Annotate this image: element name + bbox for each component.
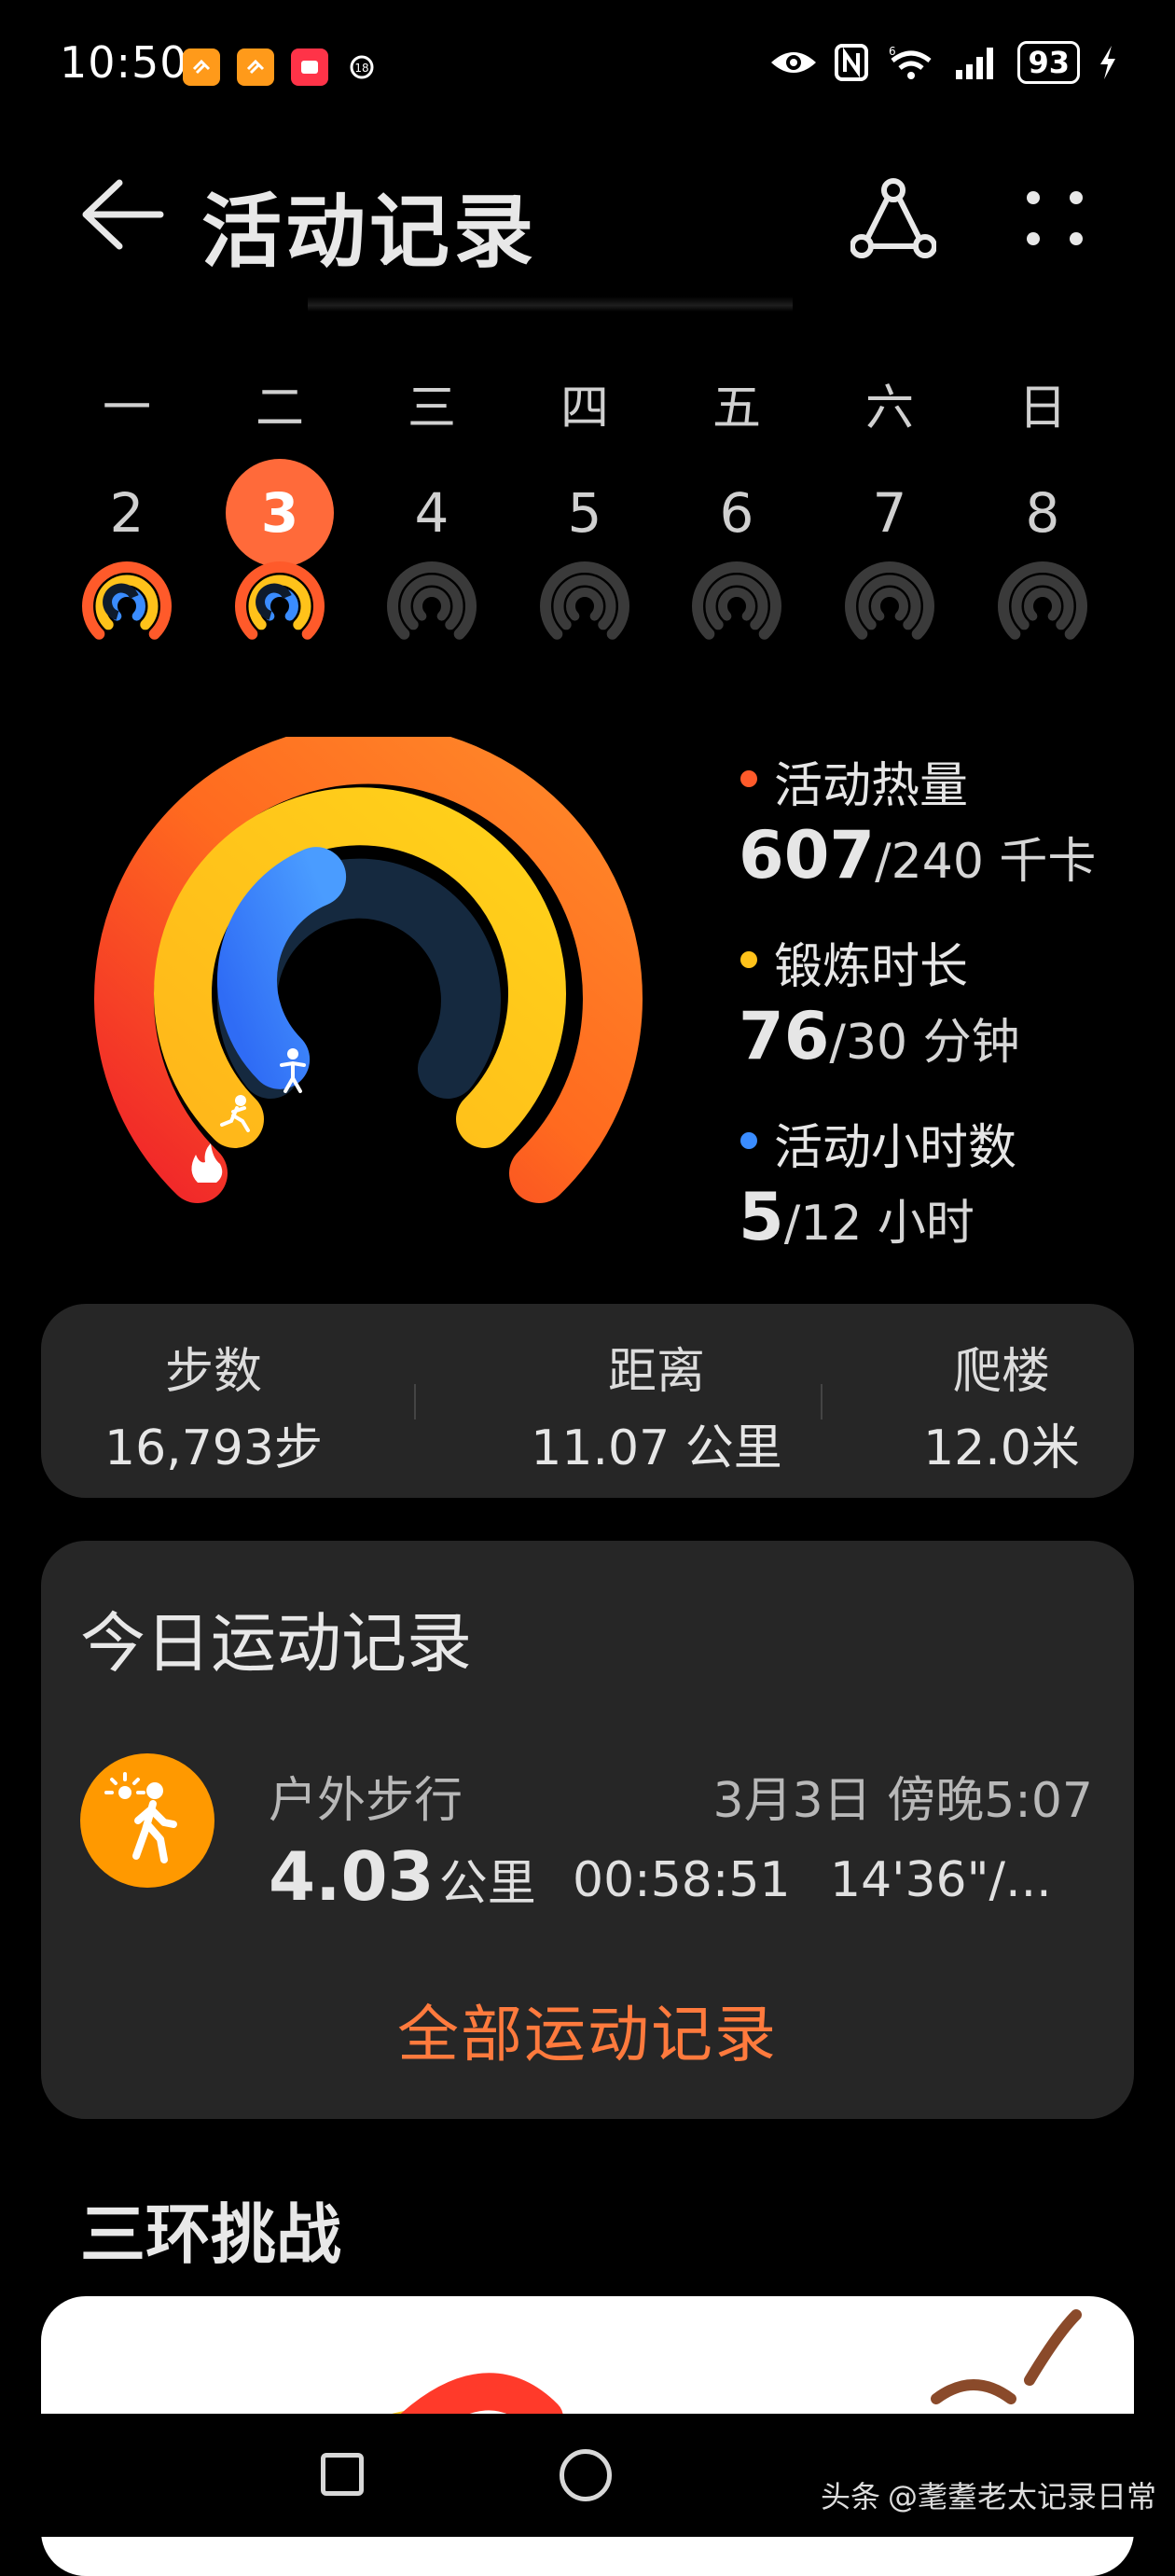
watermark: 头条 @耄耋老太记录日常 bbox=[821, 2473, 1156, 2516]
calories-value: 607 bbox=[739, 817, 876, 893]
day-3[interactable]: 3 bbox=[226, 459, 334, 567]
exercise-distance: 4.03 bbox=[269, 1837, 435, 1916]
day-mini-rings[interactable] bbox=[381, 558, 482, 651]
signal-icon bbox=[956, 48, 994, 79]
divider bbox=[821, 1384, 822, 1420]
day-7[interactable]: 7 bbox=[836, 459, 944, 567]
day-4[interactable]: 4 bbox=[378, 459, 486, 567]
exercise-distance-unit: 公里 bbox=[438, 1856, 536, 1912]
calories-label: 活动热量 bbox=[774, 758, 969, 814]
hours-goal: /12 小时 bbox=[783, 1196, 975, 1252]
day-5[interactable]: 5 bbox=[531, 459, 639, 567]
floors-value: 12.0 bbox=[923, 1420, 1031, 1476]
hours-dot bbox=[740, 1132, 757, 1149]
day-mini-rings[interactable] bbox=[534, 558, 635, 651]
steps-label: 步数 bbox=[164, 1344, 262, 1400]
exercise-dot bbox=[740, 951, 757, 968]
steps-value-line: 16,793步 bbox=[60, 1408, 367, 1478]
wifi-6-icon: 6 bbox=[889, 45, 933, 79]
distance-value: 11.07 bbox=[531, 1420, 670, 1476]
svg-text:18: 18 bbox=[354, 62, 368, 75]
hours-value-line: 5/12 小时 bbox=[739, 1179, 975, 1255]
more-icon[interactable] bbox=[1013, 183, 1097, 257]
distance-label: 距离 bbox=[607, 1344, 705, 1400]
divider bbox=[414, 1384, 416, 1420]
floors-value-line: 12.0米 bbox=[871, 1408, 1132, 1478]
battery-icon: 93 bbox=[1017, 41, 1080, 84]
mini-ring-arc bbox=[1024, 588, 1061, 621]
recents-button[interactable] bbox=[321, 2453, 364, 2496]
exercise-duration: 00:58:51 bbox=[573, 1852, 791, 1908]
activity-rings-chart bbox=[94, 737, 643, 1203]
day-6[interactable]: 6 bbox=[683, 459, 791, 567]
back-arrow-icon[interactable] bbox=[78, 177, 168, 252]
exercise-goal: /30 分钟 bbox=[829, 1015, 1020, 1071]
exercise-label: 锻炼时长 bbox=[774, 939, 969, 995]
weekday-label: 五 bbox=[712, 381, 761, 436]
weekday-label: 六 bbox=[864, 381, 914, 436]
weekday-label: 一 bbox=[102, 381, 151, 436]
weekday-label: 三 bbox=[407, 381, 456, 436]
app-orange-icon bbox=[183, 48, 220, 86]
status-time: 10:50 bbox=[60, 37, 188, 88]
page-title: 活动记录 bbox=[201, 186, 537, 279]
steps-unit: 步 bbox=[273, 1420, 323, 1476]
day-mini-rings[interactable] bbox=[76, 558, 177, 651]
today-title: 今日运动记录 bbox=[80, 1605, 472, 1682]
exercise-distance-line: 4.03 公里 bbox=[269, 1837, 536, 1916]
app-orange-icon bbox=[237, 48, 274, 86]
share-icon[interactable] bbox=[850, 177, 936, 261]
exercise-pace: 14'36"/... bbox=[830, 1852, 1052, 1908]
day-mini-rings[interactable] bbox=[686, 558, 787, 651]
home-button[interactable] bbox=[560, 2449, 612, 2501]
weekday-label: 二 bbox=[255, 381, 304, 436]
day-mini-rings[interactable] bbox=[839, 558, 940, 651]
day-mini-rings[interactable] bbox=[992, 558, 1093, 651]
challenge-title: 三环挑战 bbox=[80, 2196, 341, 2273]
weekday-label: 四 bbox=[560, 381, 609, 436]
charging-icon bbox=[1100, 46, 1115, 79]
stats-card[interactable]: 步数 16,793步 距离 11.07 公里 爬楼 12.0米 bbox=[41, 1304, 1134, 1498]
nfc-icon bbox=[835, 44, 869, 81]
watermark-text: @耄耋老太记录日常 bbox=[887, 2479, 1156, 2514]
day-8[interactable]: 8 bbox=[988, 459, 1097, 567]
mini-ring-track bbox=[256, 583, 292, 620]
mini-ring-track bbox=[103, 583, 139, 620]
hours-label: 活动小时数 bbox=[774, 1120, 1017, 1176]
outdoor-walk-icon bbox=[80, 1753, 214, 1888]
calories-dot bbox=[740, 770, 757, 787]
app-red-icon bbox=[291, 48, 328, 86]
calories-value-line: 607/240 千卡 bbox=[739, 817, 1096, 893]
exercise-datetime: 3月3日 傍晚5:07 bbox=[712, 1773, 1093, 1829]
floors-label: 爬楼 bbox=[952, 1344, 1050, 1400]
steps-value: 16,793 bbox=[104, 1420, 274, 1476]
exercise-type[interactable]: 户外步行 bbox=[269, 1761, 463, 1831]
status-icons: 6 93 bbox=[769, 41, 1119, 84]
watermark-brand: 头条 bbox=[820, 2479, 880, 2514]
mini-ring-arc bbox=[871, 588, 908, 621]
mini-ring-arc bbox=[413, 588, 450, 621]
eye-icon bbox=[771, 52, 817, 73]
svg-text:6: 6 bbox=[889, 45, 896, 58]
calories-goal: /240 千卡 bbox=[875, 834, 1097, 890]
distance-value-line: 11.07 公里 bbox=[442, 1408, 871, 1478]
exercise-value-line: 76/30 分钟 bbox=[739, 998, 1020, 1074]
day-mini-rings[interactable] bbox=[229, 558, 330, 651]
day-2[interactable]: 2 bbox=[73, 459, 181, 567]
scrolled-text-sliver bbox=[308, 297, 793, 312]
app-badge-icon: 18 bbox=[343, 48, 380, 86]
floors-unit: 米 bbox=[1030, 1420, 1080, 1476]
exercise-value: 76 bbox=[739, 998, 830, 1074]
distance-unit: 公里 bbox=[684, 1420, 782, 1476]
all-records-link[interactable]: 全部运动记录 bbox=[0, 1985, 1175, 2074]
hours-value: 5 bbox=[739, 1179, 784, 1255]
mini-ring-arc bbox=[566, 588, 603, 621]
weekday-label: 日 bbox=[1017, 381, 1067, 436]
mini-ring-arc bbox=[718, 588, 755, 621]
